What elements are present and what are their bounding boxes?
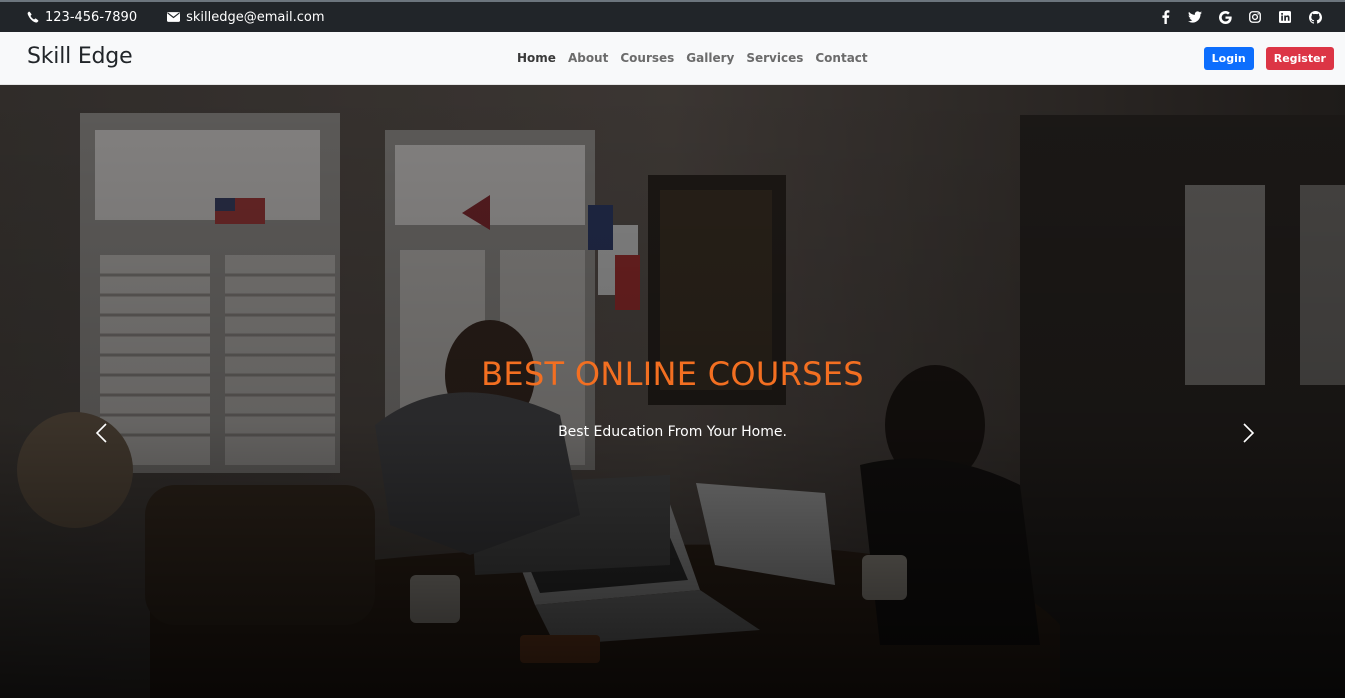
social-links [1143,2,1323,32]
hero-carousel: BEST ONLINE COURSES Best Education From … [0,85,1345,698]
top-contact-bar: 123-456-7890 skilledge@email.com [0,0,1345,32]
chevron-right-icon [1243,423,1255,443]
google-icon[interactable] [1217,9,1233,25]
carousel-prev-button[interactable] [90,421,114,445]
email-address: skilledge@email.com [186,9,325,25]
nav-link-home[interactable]: Home [517,51,556,65]
nav-link-courses[interactable]: Courses [620,51,674,65]
register-button[interactable]: Register [1265,47,1334,70]
phone-contact[interactable]: 123-456-7890 [27,10,137,25]
hero-title: BEST ONLINE COURSES [481,355,864,393]
hero-subtitle: Best Education From Your Home. [558,424,787,440]
main-navbar: Skill Edge Home About Courses Gallery Se… [0,32,1345,85]
phone-icon [27,11,39,23]
login-button[interactable]: Login [1203,47,1254,70]
instagram-icon[interactable] [1247,9,1263,25]
nav-link-gallery[interactable]: Gallery [686,51,734,65]
auth-buttons: Login Register [1192,47,1334,70]
chevron-left-icon [95,423,107,443]
github-icon[interactable] [1307,9,1323,25]
nav-link-contact[interactable]: Contact [815,51,867,65]
nav-links: Home About Courses Gallery Services Cont… [517,51,880,65]
brand-logo[interactable]: Skill Edge [27,44,133,69]
twitter-icon[interactable] [1187,9,1203,25]
contact-info: 123-456-7890 skilledge@email.com [27,2,354,32]
nav-link-about[interactable]: About [568,51,608,65]
phone-number: 123-456-7890 [45,9,138,25]
linkedin-icon[interactable] [1277,9,1293,25]
carousel-next-button[interactable] [1236,421,1260,445]
facebook-icon[interactable] [1157,9,1173,25]
email-contact[interactable]: skilledge@email.com [167,10,324,25]
envelope-icon [167,12,181,22]
nav-link-services[interactable]: Services [746,51,803,65]
